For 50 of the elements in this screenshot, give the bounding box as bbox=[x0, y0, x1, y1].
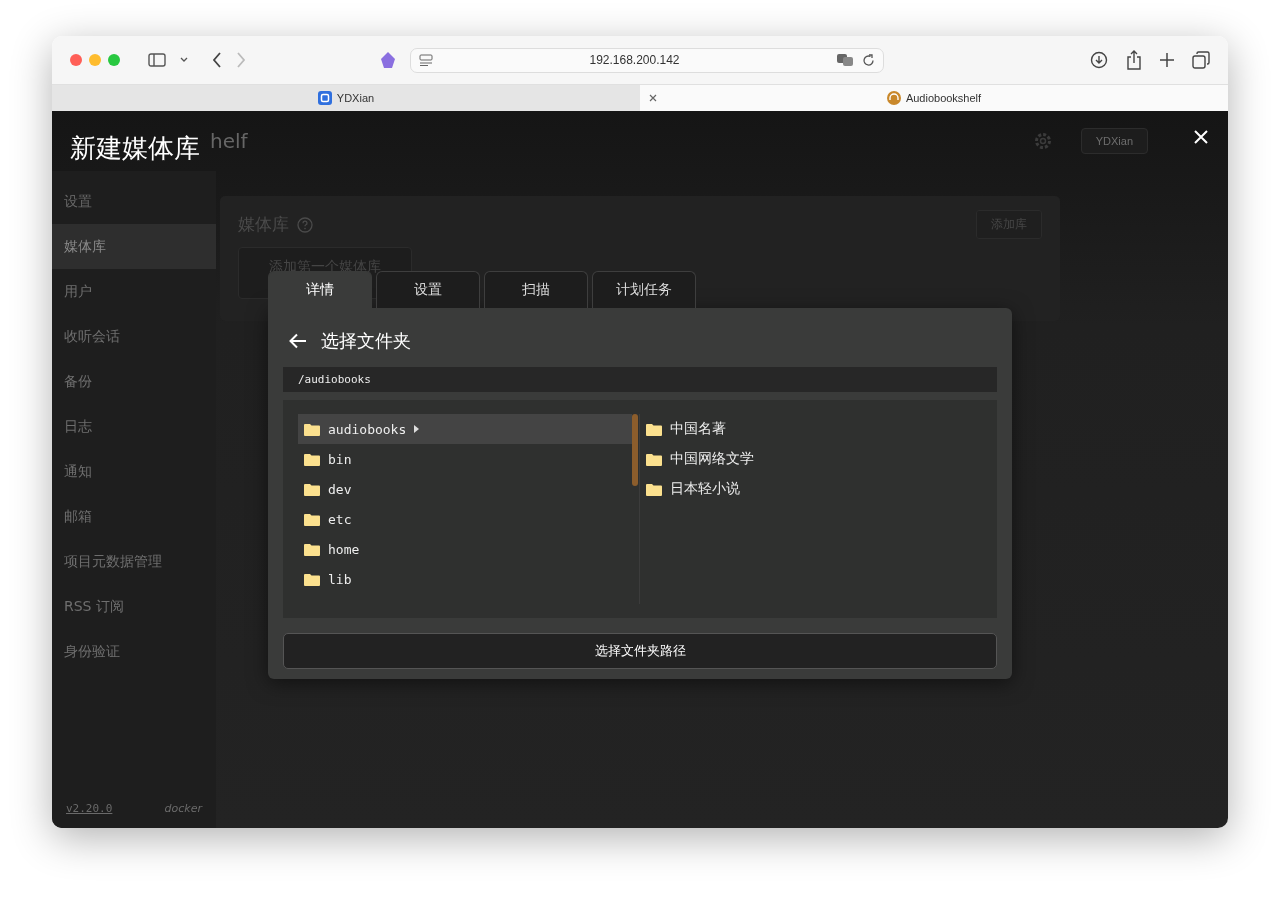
close-tab-icon[interactable] bbox=[649, 94, 657, 102]
folder-icon bbox=[304, 422, 320, 436]
tabs-overview-icon[interactable] bbox=[1192, 51, 1210, 69]
headphones-logo-icon bbox=[886, 91, 901, 105]
folder-icon bbox=[304, 452, 320, 466]
modal-title: 新建媒体库 bbox=[70, 132, 200, 165]
folder-row[interactable]: etc bbox=[298, 504, 632, 534]
folder-row[interactable]: 中国名著 bbox=[640, 414, 974, 444]
app-logo-icon bbox=[317, 91, 332, 105]
panel-title: 选择文件夹 bbox=[321, 329, 411, 353]
folder-row[interactable]: dev bbox=[298, 474, 632, 504]
back-icon[interactable] bbox=[212, 52, 222, 68]
back-arrow-icon[interactable] bbox=[289, 333, 307, 349]
folder-icon bbox=[646, 452, 662, 466]
folder-icon bbox=[304, 542, 320, 556]
path-field[interactable]: /audiobooks bbox=[283, 367, 997, 392]
build-label: docker bbox=[164, 802, 202, 815]
download-icon[interactable] bbox=[1090, 51, 1108, 69]
sidebar-icon[interactable] bbox=[148, 53, 166, 67]
folder-icon bbox=[646, 422, 662, 436]
folder-icon bbox=[304, 572, 320, 586]
tab[interactable]: 详情 bbox=[268, 271, 372, 308]
tab[interactable]: 扫描 bbox=[484, 271, 588, 308]
sidebar-item[interactable]: 媒体库 bbox=[52, 224, 216, 269]
close-icon[interactable] bbox=[1194, 130, 1208, 144]
app-title: helf bbox=[210, 129, 248, 153]
plus-icon[interactable] bbox=[1160, 53, 1174, 67]
browser-tab[interactable]: YDXian bbox=[52, 85, 640, 111]
folder-row[interactable]: 中国网络文学 bbox=[640, 444, 974, 474]
sidebar-heading: 设置 bbox=[63, 193, 93, 211]
share-icon[interactable] bbox=[1126, 50, 1142, 70]
folder-row[interactable]: 日本轻小说 bbox=[640, 474, 974, 504]
browser-tab[interactable]: Audiobookshelf bbox=[640, 85, 1228, 111]
chevron-down-icon[interactable] bbox=[180, 57, 188, 63]
folder-row[interactable]: audiobooks bbox=[298, 414, 632, 444]
folder-icon bbox=[304, 512, 320, 526]
caret-right-icon bbox=[414, 425, 420, 433]
reload-icon[interactable] bbox=[862, 53, 875, 67]
page-menu-icon[interactable] bbox=[419, 54, 433, 66]
tab[interactable]: 计划任务 bbox=[592, 271, 696, 308]
folder-row[interactable]: lib bbox=[298, 564, 632, 594]
select-folder-path-button[interactable]: 选择文件夹路径 bbox=[283, 633, 997, 669]
scrollbar-thumb[interactable] bbox=[632, 414, 638, 486]
tab[interactable]: 设置 bbox=[376, 271, 480, 308]
address-bar[interactable]: 192.168.200.142 bbox=[410, 47, 884, 73]
folder-row[interactable]: home bbox=[298, 534, 632, 564]
folder-row[interactable]: bin bbox=[298, 444, 632, 474]
close-window-icon[interactable] bbox=[70, 54, 82, 66]
folder-icon bbox=[304, 482, 320, 496]
folder-icon bbox=[646, 482, 662, 496]
